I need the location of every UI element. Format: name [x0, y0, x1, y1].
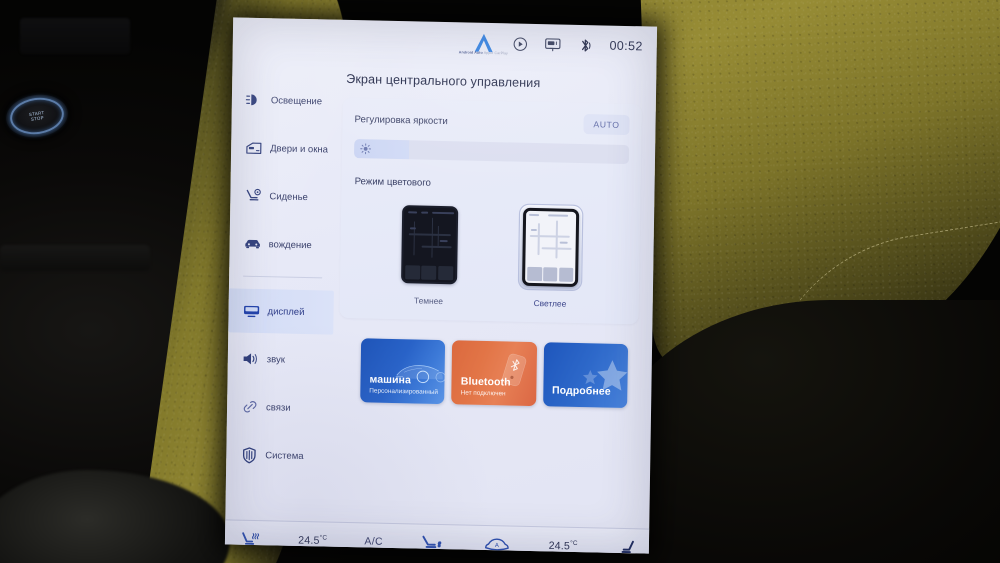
sidebar-item-label: звук	[266, 353, 286, 366]
card-car[interactable]: машина Персонализированный	[360, 338, 446, 405]
sidebar-item-label: Сиденье	[269, 190, 308, 203]
stop-label: STOP	[30, 115, 45, 122]
sun-icon	[360, 143, 372, 155]
card-subtitle: Персонализированный	[369, 387, 438, 396]
monitor-icon	[242, 302, 260, 320]
brightness-row: Регулировка яркости AUTO	[354, 109, 630, 136]
sidebar-item-lighting[interactable]: Освещение	[232, 77, 338, 123]
sidebar-item-driving[interactable]: вождение	[229, 221, 335, 267]
shortcut-cards: машина Персонализированный Bluetooth Нет…	[360, 338, 629, 409]
left-temp-unit: °C	[319, 534, 328, 542]
sidebar-item-label: связи	[265, 401, 291, 414]
headlight-icon	[245, 91, 264, 109]
link-icon	[241, 398, 259, 416]
svg-text:A: A	[495, 543, 499, 549]
theme-option-dark[interactable]: Темнее	[397, 202, 461, 306]
theme-thumbnail-frame	[398, 202, 461, 287]
right-temp-value: 24.5	[548, 540, 571, 553]
page-title: Экран центрального управления	[346, 71, 541, 91]
display-mirror-icon[interactable]	[544, 37, 561, 52]
sidebar-item-doors-windows[interactable]: Двери и окна	[231, 125, 337, 171]
card-title: Bluetooth	[460, 374, 511, 389]
color-mode-label: Режим цветового	[354, 176, 432, 189]
dark-theme-preview	[400, 205, 458, 285]
brightness-slider-fill	[353, 139, 410, 160]
start-stop-label: START STOP	[3, 91, 70, 141]
start-stop-button[interactable]: START STOP	[3, 90, 71, 142]
dashboard-panel-shadow	[20, 18, 130, 54]
car-front-icon	[243, 235, 261, 253]
android-auto-icon[interactable]: Android Auto Apple CarPlay	[459, 32, 508, 55]
heated-seat-right-icon[interactable]	[615, 538, 637, 553]
center-display-screen[interactable]: Android Auto Apple CarPlay 00:52 Освещен…	[224, 17, 658, 554]
car-door-icon	[245, 139, 263, 157]
android-auto-text: Android Auto	[458, 50, 483, 55]
auto-brightness-button[interactable]: AUTO	[583, 114, 630, 136]
apple-carplay-text: Apple CarPlay	[483, 50, 509, 56]
sidebar-item-connections[interactable]: связи	[227, 384, 333, 430]
right-temp-unit: °C	[570, 540, 578, 548]
card-title: Подробнее	[551, 383, 611, 398]
light-theme-preview	[522, 207, 580, 287]
display-settings-panel: Регулировка яркости AUTO Режим цветового…	[339, 97, 642, 325]
sidebar-item-sound[interactable]: звук	[227, 336, 333, 382]
sidebar-item-label: Двери и окна	[270, 142, 329, 156]
clock-time: 00:52	[609, 38, 643, 54]
sidebar-divider	[243, 275, 323, 279]
card-more[interactable]: Подробнее	[542, 342, 629, 409]
android-auto-caption: Android Auto Apple CarPlay	[459, 50, 508, 55]
shield-icon	[240, 446, 258, 464]
settings-content: Экран центрального управления Регулировк…	[330, 60, 656, 529]
color-mode-options: Темнее Светлее	[352, 201, 629, 310]
card-bluetooth[interactable]: Bluetooth Нет подключен	[451, 340, 537, 407]
theme-label: Темнее	[413, 295, 444, 307]
brightness-label: Регулировка яркости	[354, 113, 448, 127]
sidebar-item-display[interactable]: дисплей	[228, 288, 334, 335]
ac-button[interactable]: A/C	[364, 536, 383, 547]
sidebar-item-label: Освещение	[270, 94, 323, 107]
sidebar-item-label: дисплей	[267, 305, 305, 318]
sidebar-item-seat[interactable]: Сиденье	[230, 173, 336, 219]
theme-thumbnail-frame	[519, 204, 583, 291]
speaker-icon	[242, 350, 260, 368]
seat-adjust-icon	[244, 187, 262, 205]
media-disc-icon[interactable]	[512, 36, 527, 51]
sidebar-item-label: вождение	[268, 238, 312, 251]
air-vent	[0, 245, 150, 271]
card-subtitle: Нет подключен	[460, 389, 506, 398]
bluetooth-muted-icon[interactable]	[577, 36, 592, 53]
sidebar-item-system[interactable]: Система	[226, 432, 332, 478]
left-temperature[interactable]: 24.5°C	[298, 534, 328, 548]
card-title: машина	[369, 372, 412, 386]
theme-label: Светлее	[533, 298, 567, 309]
car-interior-photo: START STOP Android Auto Apple CarPlay 00…	[0, 0, 1000, 563]
left-temp-value: 24.5	[298, 534, 320, 548]
brightness-slider[interactable]	[353, 139, 630, 165]
right-temperature[interactable]: 24.5°C	[549, 540, 578, 553]
theme-option-light[interactable]: Светлее	[519, 204, 583, 309]
settings-sidebar: Освещение Двери и окна Сиденье вождение …	[225, 57, 337, 521]
main-body: Освещение Двери и окна Сиденье вождение …	[225, 57, 656, 528]
sidebar-item-label: Система	[265, 449, 304, 462]
stars-illustration	[575, 343, 628, 408]
